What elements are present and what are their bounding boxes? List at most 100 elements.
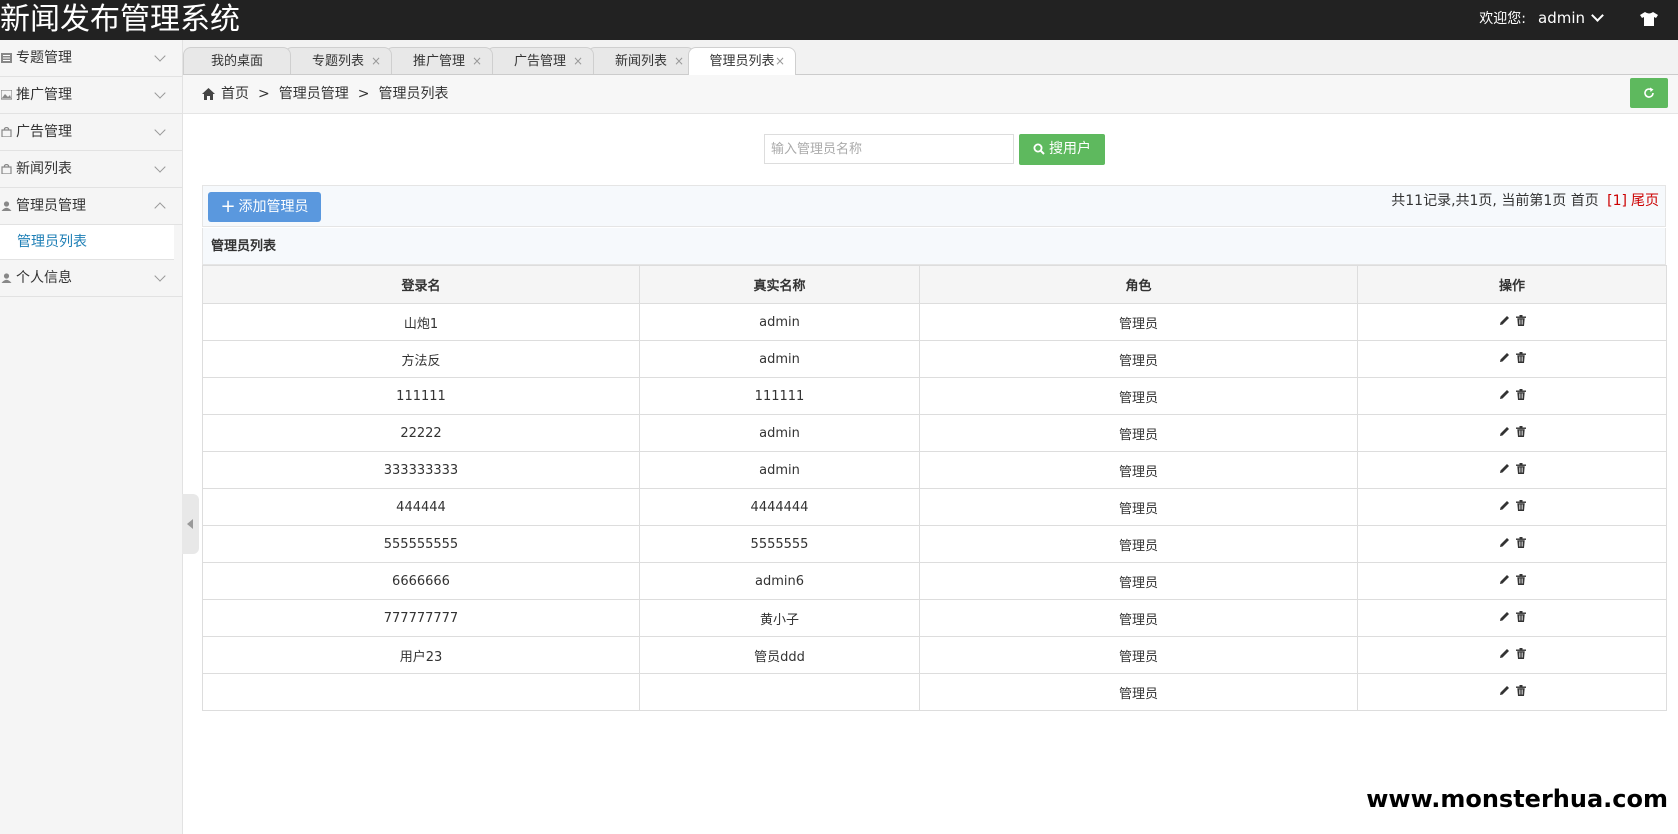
sidebar-collapse-handle[interactable]	[182, 494, 199, 554]
tab-4[interactable]: 新闻列表 ×	[587, 47, 695, 74]
watermark-text: www.monsterhua.com	[1366, 785, 1668, 813]
edit-icon[interactable]	[1499, 463, 1510, 478]
breadcrumb: 首页 > 管理员管理 > 管理员列表	[183, 75, 1678, 114]
pagination: 共11记录,共1页, 当前第1页 首页 [1] 尾页	[1391, 186, 1659, 216]
sidebar-item-2[interactable]: 广告管理	[0, 114, 182, 151]
user-icon	[1, 201, 12, 211]
refresh-icon[interactable]	[1643, 87, 1655, 99]
chevron-down-icon[interactable]	[1591, 9, 1604, 22]
breadcrumb-separator: >	[258, 86, 270, 102]
pagination-last-link[interactable]: 尾页	[1631, 193, 1659, 209]
trash-icon[interactable]	[1515, 647, 1526, 663]
pagination-current-page[interactable]: [1]	[1607, 193, 1627, 209]
cell-realname: admin6	[639, 562, 920, 600]
cell-realname	[639, 673, 920, 711]
close-icon[interactable]: ×	[573, 48, 583, 75]
table-row: 管理员	[202, 673, 1667, 711]
cell-login: 22222	[202, 414, 640, 452]
sidebar-item-1[interactable]: 推广管理	[0, 77, 182, 114]
tshirt-icon[interactable]	[1640, 12, 1658, 26]
tab-bar: 我的桌面 专题列表 × 推广管理 × 广告管理 × 新闻列表 × 管理员列表 ×	[183, 40, 1678, 75]
cell-actions	[1357, 599, 1667, 637]
cell-role: 管理员	[919, 303, 1358, 341]
sidebar-item-0[interactable]: 专题管理	[0, 40, 182, 77]
caret-left-icon[interactable]	[187, 519, 193, 529]
table-row: 22222 admin 管理员	[202, 414, 1667, 452]
cell-role: 管理员	[919, 562, 1358, 600]
chevron-down-icon	[154, 50, 166, 62]
edit-icon[interactable]	[1499, 685, 1510, 700]
sidebar-item-5[interactable]: 个人信息	[0, 260, 182, 297]
close-icon[interactable]: ×	[775, 48, 785, 75]
tab-0[interactable]: 我的桌面	[183, 47, 291, 74]
top-header: 新闻发布管理系统 欢迎您: admin	[0, 0, 1678, 40]
trash-icon[interactable]	[1515, 536, 1526, 552]
sidebar-subitem-admin-list[interactable]: 管理员列表	[0, 225, 174, 260]
trash-icon[interactable]	[1515, 425, 1526, 441]
refresh-button[interactable]	[1630, 78, 1668, 108]
user-icon	[1, 273, 12, 283]
column-header-role: 角色	[919, 265, 1358, 304]
edit-icon[interactable]	[1499, 389, 1510, 404]
tab-3[interactable]: 广告管理 ×	[486, 47, 594, 74]
trash-icon[interactable]	[1515, 573, 1526, 589]
edit-icon[interactable]	[1499, 500, 1510, 515]
search-button[interactable]: 搜用户	[1019, 134, 1105, 165]
cell-role: 管理员	[919, 340, 1358, 378]
add-admin-button[interactable]: + 添加管理员	[208, 192, 321, 222]
cell-role: 管理员	[919, 525, 1358, 563]
bag-icon	[1, 127, 12, 137]
cell-role: 管理员	[919, 451, 1358, 489]
table-row: 777777777 黄小子 管理员	[202, 599, 1667, 637]
breadcrumb-item-2: 管理员列表	[378, 86, 449, 102]
cell-login: 111111	[202, 377, 640, 415]
trash-icon[interactable]	[1515, 388, 1526, 404]
cell-role: 管理员	[919, 488, 1358, 526]
close-icon[interactable]: ×	[472, 48, 482, 75]
table-row: 山炮1 admin 管理员	[202, 303, 1667, 341]
edit-icon[interactable]	[1499, 648, 1510, 663]
edit-icon[interactable]	[1499, 611, 1510, 626]
edit-icon[interactable]	[1499, 537, 1510, 552]
cell-login: 山炮1	[202, 303, 640, 341]
sidebar-item-label: 新闻列表	[16, 161, 72, 177]
edit-icon[interactable]	[1499, 315, 1510, 330]
trash-icon[interactable]	[1515, 462, 1526, 478]
close-icon[interactable]: ×	[674, 48, 684, 75]
trash-icon[interactable]	[1515, 684, 1526, 700]
sidebar-item-label: 推广管理	[16, 87, 72, 103]
tab-1[interactable]: 专题列表 ×	[284, 47, 392, 74]
search-button-label: 搜用户	[1049, 141, 1091, 157]
cell-actions	[1357, 636, 1667, 674]
trash-icon[interactable]	[1515, 610, 1526, 626]
sidebar-item-4[interactable]: 管理员管理	[0, 188, 182, 225]
cell-actions	[1357, 414, 1667, 452]
table-row: 方法反 admin 管理员	[202, 340, 1667, 378]
cell-login: 444444	[202, 488, 640, 526]
breadcrumb-item-0[interactable]: 首页	[221, 86, 249, 102]
chevron-down-icon	[154, 87, 166, 99]
sidebar-item-label: 个人信息	[16, 270, 72, 286]
trash-icon[interactable]	[1515, 499, 1526, 515]
trash-icon[interactable]	[1515, 314, 1526, 330]
username[interactable]: admin	[1538, 9, 1585, 27]
table-row: 6666666 admin6 管理员	[202, 562, 1667, 600]
user-menu[interactable]: 欢迎您: admin	[1479, 0, 1604, 40]
trash-icon[interactable]	[1515, 351, 1526, 367]
breadcrumb-item-1[interactable]: 管理员管理	[279, 86, 349, 102]
tab-label: 管理员列表	[709, 54, 775, 69]
cell-login: 方法反	[202, 340, 640, 378]
sidebar-item-3[interactable]: 新闻列表	[0, 151, 182, 188]
sidebar: 专题管理推广管理广告管理新闻列表管理员管理 管理员列表个人信息	[0, 40, 183, 834]
admin-table: 登录名 真实名称 角色 操作 山炮1 admin 管理员 方法反 admin 管理员 111…	[202, 265, 1667, 711]
close-icon[interactable]: ×	[371, 48, 381, 75]
tab-2[interactable]: 推广管理 ×	[385, 47, 493, 74]
tab-5[interactable]: 管理员列表 ×	[688, 47, 796, 75]
cell-realname: admin	[639, 451, 920, 489]
search-input[interactable]	[764, 134, 1014, 164]
cell-realname: 黄小子	[639, 599, 920, 637]
edit-icon[interactable]	[1499, 426, 1510, 441]
cell-realname: 管员ddd	[639, 636, 920, 674]
edit-icon[interactable]	[1499, 574, 1510, 589]
edit-icon[interactable]	[1499, 352, 1510, 367]
